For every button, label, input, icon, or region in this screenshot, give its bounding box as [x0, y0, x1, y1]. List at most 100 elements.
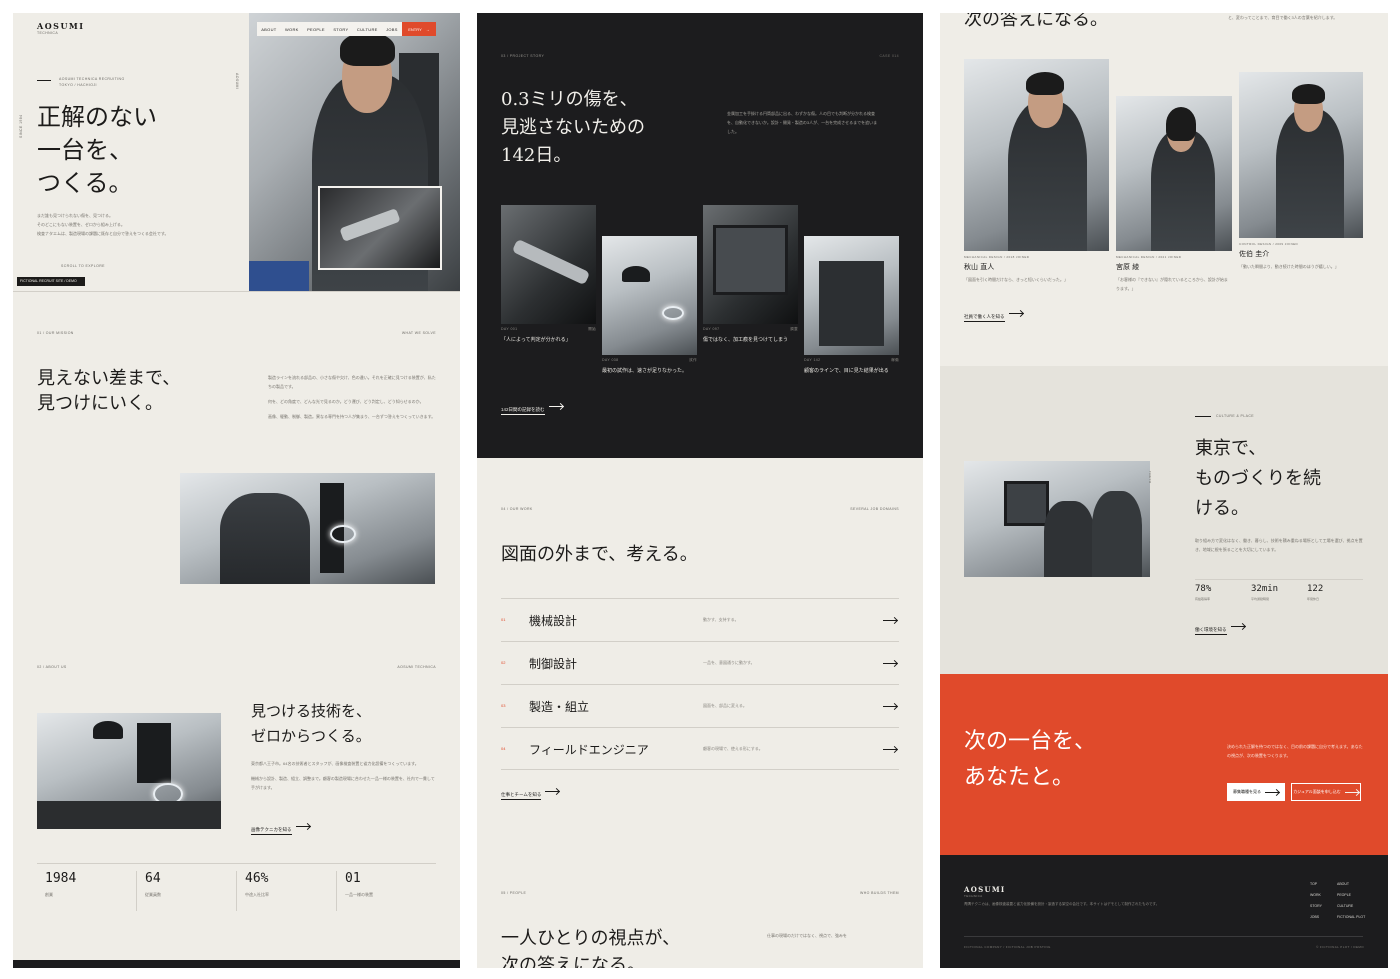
job-title: 製造・組立 — [529, 700, 590, 714]
story-card-day: DAY 097 — [703, 327, 720, 331]
hero-body: まだ誰も見つけられない傷を、見つける。 そのどこにもない装置を、ゼロから組み上げ… — [37, 211, 237, 238]
culture-label: CULTURE & PLACE — [1216, 414, 1255, 418]
story-card-caption: 傷ではなく、加工痕を見つけてしまう — [703, 337, 789, 343]
story-card-photo — [501, 205, 596, 324]
section-04-label: 04 / OUR WORK — [501, 507, 533, 511]
about-link[interactable]: 画像テクニカを知る — [251, 818, 310, 836]
person-card[interactable]: MECHANICAL DESIGN / 2018 JOINED 秋山 直人 「図… — [964, 59, 1109, 284]
story-card-tag: 調整 — [790, 327, 798, 331]
casual-interview-label: カジュアル面談を申し込む — [1293, 789, 1341, 794]
culture-photo — [964, 461, 1150, 577]
nav-story[interactable]: STORY — [333, 27, 348, 32]
nav-about[interactable]: ABOUT — [261, 27, 276, 32]
story-card[interactable]: DAY 038 試作 最初の試作は、速さが足りなかった。 — [602, 236, 697, 376]
casual-interview-button[interactable]: カジュアル面談を申し込む — [1291, 783, 1361, 801]
culture-link[interactable]: 働く環境を知る — [1195, 618, 1245, 636]
inspection-photo — [180, 473, 435, 584]
culture-title-line-2: ものづくりを続 — [1195, 468, 1321, 489]
stat-holidays: 122 年間休日 — [1307, 584, 1363, 601]
entry-button[interactable]: ENTRY → — [402, 22, 436, 36]
footer-brand[interactable]: AOSUMI — [964, 885, 1006, 894]
culture-link-label: 働く環境を知る — [1195, 627, 1227, 635]
stat-value: 01 — [345, 871, 361, 886]
person-photo — [1116, 96, 1232, 251]
brand-logo[interactable]: AOSUMI TECHNICA — [37, 21, 85, 35]
footer-brand-sub: TECHNICA — [964, 894, 983, 898]
nav-work[interactable]: WORK — [285, 27, 299, 32]
scroll-label[interactable]: SCROLL TO EXPLORE — [61, 264, 105, 268]
stat-employees: 64 従業員数 — [137, 871, 237, 911]
stats-row: 1984 創業 64 従業員数 46% 中途入社比率 01 一品一様の装置 — [37, 871, 436, 911]
footer: AOSUMI TECHNICA 青隅テクニカは、画像検査装置と省力化設備を設計・… — [940, 855, 1388, 968]
arrow-right-icon — [1008, 313, 1023, 315]
nav-jobs[interactable]: JOBS — [386, 27, 398, 32]
camera-shape — [137, 723, 171, 783]
nav-culture[interactable]: CULTURE — [357, 27, 378, 32]
section-05-label: 05 / PEOPLE — [501, 891, 527, 895]
story-card[interactable]: DAY 097 調整 傷ではなく、加工痕を見つけてしまう — [703, 205, 798, 345]
brand-name: AOSUMI — [37, 21, 85, 31]
about-photo — [37, 713, 221, 829]
top-nav: ABOUT WORK PEOPLE STORY CULTURE JOBS — [257, 22, 402, 36]
story-card-caption: 顧客のラインで、目に見た結果が出る — [804, 368, 889, 374]
stat-custom: 01 一品一様の装置 — [337, 871, 436, 911]
footer-rule — [964, 936, 1363, 937]
footer-link-top[interactable]: TOP — [1310, 879, 1322, 890]
section-03-label: 03 / PROJECT STORY — [501, 54, 545, 58]
cta-section: 次の一台を、 あなたと。 決められた正解を待つのではなく、目の前の課題に自分で考… — [940, 674, 1388, 855]
story-title-line-1: 0.3ミリの傷を、 — [501, 89, 638, 110]
person-role: CONTROL DESIGN / 2009 JOINED — [1239, 242, 1299, 246]
story-link[interactable]: 142日間の記録を読む — [501, 398, 563, 416]
story-card-photo — [703, 205, 798, 324]
footer-link-story[interactable]: STORY — [1310, 901, 1322, 912]
hero-title-line-3: つくる。 — [37, 169, 133, 197]
base-plate — [37, 801, 221, 829]
footer-right: © FICTIONAL PLOT / DEMO — [1316, 945, 1364, 949]
cta-title: 次の一台を、 あなたと。 — [964, 724, 1096, 796]
work-link[interactable]: 仕事とチームを知る — [501, 783, 560, 801]
arrow-right-icon — [295, 826, 310, 828]
footer-nav-col-1: TOP WORK STORY JOBS — [1310, 879, 1322, 923]
nav-people[interactable]: PEOPLE — [307, 27, 325, 32]
story-link-label: 142日間の記録を読む — [501, 407, 545, 415]
person-card[interactable]: MECHANICAL DESIGN / 2021 JOINED 宮原 綾 「お客… — [1116, 96, 1232, 293]
footer-link-culture[interactable]: CULTURE — [1337, 901, 1365, 912]
hero-title: 正解のない 一台を、 つくる。 — [37, 101, 157, 200]
culture-title-line-1: 東京で、 — [1195, 438, 1267, 459]
monitor-shape — [713, 225, 788, 295]
people-title: 一人ひとりの視点が、 次の答えになる。 — [501, 925, 680, 968]
photo-caption: FICTIONAL RECRUIT SITE / DEMO — [17, 277, 85, 286]
section-01-right: WHAT WE SOLVE — [401, 331, 436, 335]
section-02-title: 見つける技術を、 ゼロからつくる。 — [251, 699, 371, 749]
people-link[interactable]: 社員で働く人を知る — [964, 305, 1023, 323]
job-row-mechanical[interactable]: 01 機械設計 動かす、支持する。 — [501, 598, 899, 641]
worker-figure — [220, 493, 310, 584]
about-link-label: 画像テクニカを知る — [251, 827, 292, 835]
stat-paid-leave: 78% 有給取得率 — [1195, 584, 1251, 601]
person-name: 宮原 綾 — [1116, 263, 1140, 271]
footer-link-work[interactable]: WORK — [1310, 890, 1322, 901]
footer-link-people[interactable]: PEOPLE — [1337, 890, 1365, 901]
stat-label: 一品一様の装置 — [345, 892, 373, 897]
job-row-control[interactable]: 02 制御設計 一品を、意図通りに動かす。 — [501, 641, 899, 684]
stat-value: 64 — [145, 871, 161, 886]
arrow-right-icon — [883, 706, 897, 707]
footer-link-jobs[interactable]: JOBS — [1310, 912, 1322, 923]
hero-title-line-1: 正解のない — [37, 103, 157, 131]
hero-body-line-2: そのどこにもない装置を、ゼロから組み上げる。 — [37, 222, 125, 227]
job-number: 04 — [501, 746, 506, 751]
section-03-right: CASE 014 — [879, 54, 899, 58]
story-card[interactable]: DAY 001 開始 「人によって判定が分かれる」 — [501, 205, 596, 345]
footer-link-about[interactable]: ABOUT — [1337, 879, 1365, 890]
job-row-assembly[interactable]: 03 製造・組立 図面を、部品に変える。 — [501, 684, 899, 727]
person-card[interactable]: CONTROL DESIGN / 2009 JOINED 佐伯 圭介 「動いた瞬… — [1239, 72, 1363, 271]
section-01-title-line-2: 見つけにいく。 — [37, 393, 163, 414]
footer-link-plot[interactable]: FICTIONAL PLOT — [1337, 912, 1365, 923]
people-link-label: 社員で働く人を知る — [964, 314, 1005, 322]
story-card[interactable]: DAY 142 稼働 顧客のラインで、目に見た結果が出る — [804, 236, 899, 376]
job-row-field[interactable]: 04 フィールドエンジニア 顧客の現場で、使える形にする。 — [501, 727, 899, 770]
view-jobs-button[interactable]: 募集職種を見る — [1227, 783, 1285, 801]
footer-nav-col-2: ABOUT PEOPLE CULTURE FICTIONAL PLOT — [1337, 879, 1365, 923]
person-figure — [1044, 501, 1094, 577]
section-02-title-line-1: 見つける技術を、 — [251, 702, 372, 720]
